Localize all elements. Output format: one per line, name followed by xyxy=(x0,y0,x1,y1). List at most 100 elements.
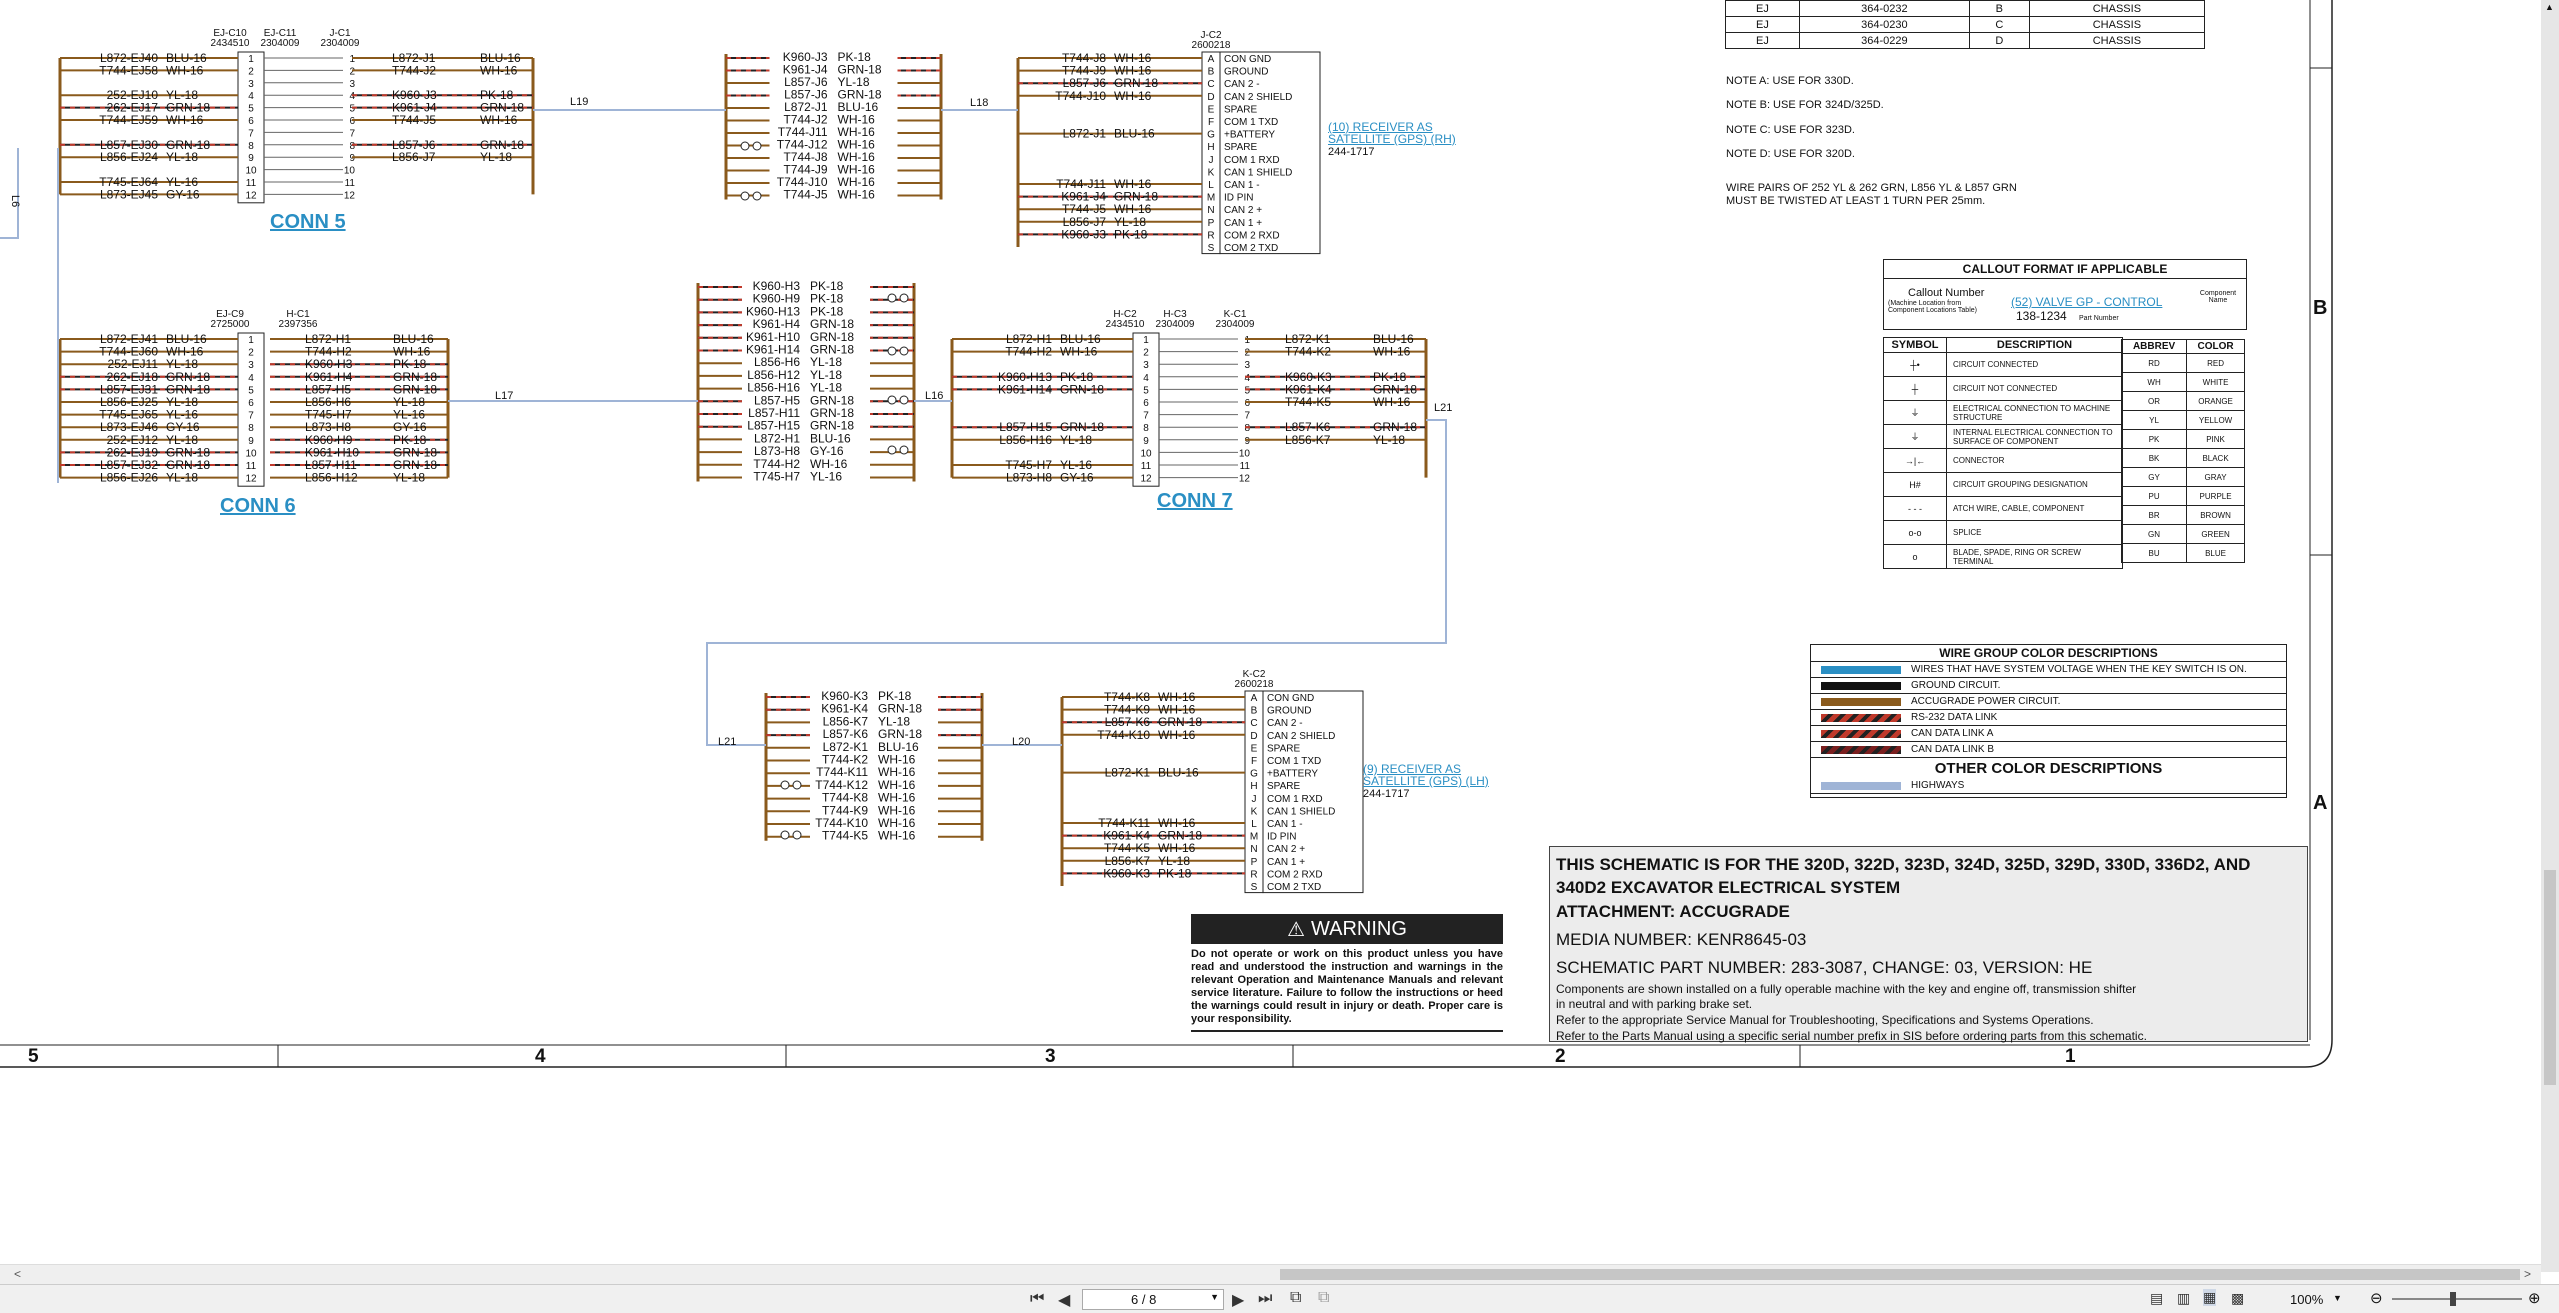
splice-icon xyxy=(752,191,762,201)
reference-cell: CHASSIS xyxy=(2028,16,2206,33)
other-color-header: OTHER COLOR DESCRIPTIONS xyxy=(1934,760,2163,777)
zoom-in-icon[interactable]: ⊕ xyxy=(2528,1289,2541,1307)
pin-number: 6 xyxy=(349,116,355,127)
conn6-label[interactable]: CONN 6 xyxy=(220,495,296,518)
single-page-view-icon[interactable]: ▤ xyxy=(2150,1290,2163,1307)
page-layout-icon[interactable]: ⧉ xyxy=(1290,1289,1301,1307)
abbrev-cell: WH xyxy=(2120,372,2188,392)
pin-letter: C xyxy=(1250,718,1257,729)
wire-group-row: WIRES THAT HAVE SYSTEM VOLTAGE WHEN THE … xyxy=(1811,662,2286,678)
wire-group-header: WIRE GROUP COLOR DESCRIPTIONS xyxy=(1811,645,2286,662)
scroll-up-icon[interactable]: ▲ xyxy=(2545,2,2554,12)
next-page-icon[interactable]: ▶ xyxy=(1232,1290,1244,1310)
pin-function: COM 2 TXD xyxy=(1267,882,1321,893)
splice-icon xyxy=(752,141,762,151)
reference-row: EJ 364-0229 D CHASSIS xyxy=(1725,32,2206,49)
two-page-continuous-icon[interactable]: ▩ xyxy=(2231,1290,2244,1307)
pin-number: 5 xyxy=(1244,385,1250,396)
wire-group-row: CAN DATA LINK B xyxy=(1811,742,2286,758)
scroll-left-icon[interactable]: < xyxy=(14,1267,21,1281)
wire-id: T744-J10 xyxy=(1055,89,1106,103)
pin-letter: P xyxy=(1251,857,1258,868)
viewer-toolbar: ⏮ ◀ 6 / 8 ▼ ▶ ⏭ ⧉ ⧉ ▤ ▥ ▦ ▩ 100% ▼ ⊖ ⊕ xyxy=(0,1284,2559,1313)
abbrev-cell: RD xyxy=(2120,353,2188,373)
pin-function: CAN 2 - xyxy=(1224,79,1260,90)
receiver-rh-name2[interactable]: SATELLITE (GPS) (RH) xyxy=(1328,133,1456,145)
continuous-view-icon[interactable]: ▥ xyxy=(2177,1290,2190,1307)
note-b: NOTE B: USE FOR 324D/325D. xyxy=(1726,99,1884,111)
pin-number: 1 xyxy=(349,54,355,65)
connector-part-number: 2397356 xyxy=(279,319,318,330)
last-page-icon[interactable]: ⏭ xyxy=(1258,1290,1272,1308)
symbol-description: ELECTRICAL CONNECTION TO MACHINE STRUCTU… xyxy=(1946,400,2123,425)
pin-letter: E xyxy=(1208,104,1215,115)
pin-letter: P xyxy=(1208,218,1215,229)
pin-function: +BATTERY xyxy=(1224,130,1275,141)
pin-number: 2 xyxy=(1244,348,1250,359)
conn7-label[interactable]: CONN 7 xyxy=(1157,490,1233,513)
media-number: MEDIA NUMBER: KENR8645-03 xyxy=(1556,930,1807,949)
prev-page-icon[interactable]: ◀ xyxy=(1058,1290,1070,1310)
abbrev-row: BU BLUE xyxy=(2120,543,2245,563)
wire-group-row: GROUND CIRCUIT. xyxy=(1811,678,2286,694)
wire-id: L856-H16 xyxy=(999,433,1052,447)
pin-number: 9 xyxy=(1143,436,1149,447)
pin-letter: R xyxy=(1250,869,1257,880)
pin-number: 4 xyxy=(1244,373,1250,384)
wire-gauge: WH-16 xyxy=(1373,345,1411,359)
wire-group-box: WIRE GROUP COLOR DESCRIPTIONS WIRES THAT… xyxy=(1810,644,2287,798)
pin-number: 3 xyxy=(1143,360,1149,371)
pin-number: 2 xyxy=(248,348,254,359)
abbrev-cell: BU xyxy=(2120,543,2188,563)
side-zone-b: B xyxy=(2313,297,2328,319)
pin-number: 5 xyxy=(349,104,355,115)
pin-function: CAN 1 - xyxy=(1224,180,1260,191)
pin-function: CON GND xyxy=(1224,54,1271,65)
zoom-slider[interactable] xyxy=(2392,1292,2522,1306)
pin-function: CAN 1 + xyxy=(1267,857,1305,868)
pin-number: 1 xyxy=(248,335,254,346)
zoom-level[interactable]: 100% xyxy=(2290,1292,2323,1307)
page-selector[interactable]: 6 / 8 ▼ xyxy=(1082,1289,1224,1310)
abbrev-row: PK PINK xyxy=(2120,429,2245,449)
vertical-scrollbar-thumb[interactable] xyxy=(2544,870,2556,1085)
pin-function: CAN 2 + xyxy=(1224,205,1262,216)
splice-icon xyxy=(899,346,909,356)
two-page-view-icon[interactable]: ▦ xyxy=(2203,1289,2217,1306)
symbol-row: ⏚ INTERNAL ELECTRICAL CONNECTION TO SURFA… xyxy=(1883,424,2123,449)
wire-gauge: WH-16 xyxy=(166,113,204,127)
symbol-table-header: DESCRIPTION xyxy=(1946,337,2123,353)
wire-id: L872-J1 xyxy=(1063,127,1107,141)
pin-number: 10 xyxy=(245,166,257,177)
horizontal-scrollbar[interactable]: < > xyxy=(0,1264,2541,1285)
warning-title: WARNING xyxy=(1311,917,1407,940)
pin-function: SPARE xyxy=(1224,142,1257,153)
pin-function: GROUND xyxy=(1224,67,1268,78)
pin-number: 3 xyxy=(349,79,355,90)
note-twist-1: WIRE PAIRS OF 252 YL & 262 GRN, L856 YL … xyxy=(1726,182,2017,194)
zoom-slider-handle[interactable] xyxy=(2450,1292,2456,1306)
wire-id: T744-J5 xyxy=(783,188,827,202)
scroll-right-icon[interactable]: > xyxy=(2524,1267,2531,1281)
pin-number: 9 xyxy=(349,153,355,164)
schematic-sheet: B A EJ-C10 2434510 EJ-C11 2304009 J-C1 230400… xyxy=(0,0,2559,1272)
pin-number: 11 xyxy=(1141,461,1152,472)
pin-letter: R xyxy=(1207,230,1214,241)
zoom-dropdown-icon[interactable]: ▼ xyxy=(2333,1293,2342,1303)
horizontal-scrollbar-thumb[interactable] xyxy=(1280,1269,2520,1280)
pin-letter: M xyxy=(1250,832,1258,843)
abbrev-cell: GY xyxy=(2120,467,2188,487)
note-a: NOTE A: USE FOR 330D. xyxy=(1726,75,1854,87)
connector-part-number: 2600218 xyxy=(1235,679,1274,690)
wire-gauge: WH-16 xyxy=(878,829,916,843)
zoom-out-icon[interactable]: ⊖ xyxy=(2370,1289,2383,1307)
pin-letter: S xyxy=(1208,243,1215,254)
receiver-lh-name2[interactable]: SATELLITE (GPS) (LH) xyxy=(1363,775,1489,787)
first-page-icon[interactable]: ⏮ xyxy=(1030,1290,1044,1308)
page-layout-icon-2[interactable]: ⧉ xyxy=(1318,1289,1329,1307)
vertical-scrollbar[interactable]: ▲ xyxy=(2541,0,2559,1272)
note-c: NOTE C: USE FOR 323D. xyxy=(1726,124,1855,136)
reference-cell: CHASSIS xyxy=(2028,0,2206,17)
conn5-label[interactable]: CONN 5 xyxy=(270,211,346,234)
abbrev-row: GN GREEN xyxy=(2120,524,2245,544)
